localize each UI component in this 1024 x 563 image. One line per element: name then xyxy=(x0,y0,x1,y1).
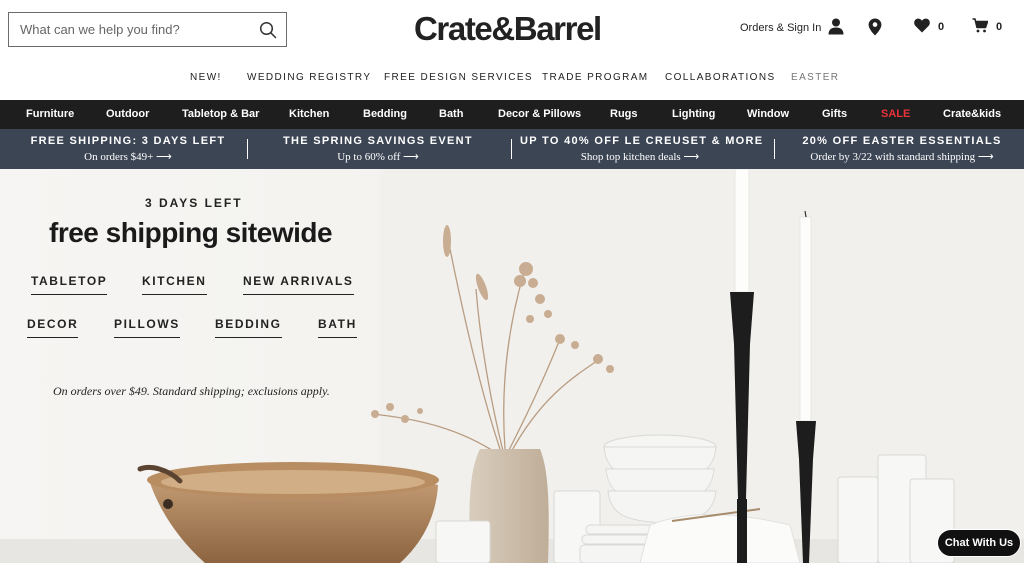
promo-easter-essentials[interactable]: 20% OFF EASTER ESSENTIALS Order by 3/22 … xyxy=(786,135,1018,163)
hero-link-kitchen[interactable]: KITCHEN xyxy=(142,274,207,295)
cart-count: 0 xyxy=(996,21,1003,33)
promo-divider xyxy=(247,139,248,159)
promo-title: 20% OFF EASTER ESSENTIALS xyxy=(802,135,1002,147)
promo-subtitle: Shop top kitchen deals ⟶ xyxy=(580,151,700,163)
cart-button[interactable]: 0 xyxy=(972,18,1002,36)
category-nav: Furniture Outdoor Tabletop & Bar Kitchen… xyxy=(0,100,1024,129)
search-bar xyxy=(8,12,287,47)
hero-link-tabletop[interactable]: TABLETOP xyxy=(31,274,108,295)
subnav-collaborations[interactable]: COLLABORATIONS xyxy=(665,72,776,83)
search-icon[interactable] xyxy=(259,21,277,39)
subnav-wedding-registry[interactable]: WEDDING REGISTRY xyxy=(247,72,371,83)
category-bedding[interactable]: Bedding xyxy=(363,108,407,120)
subnav-free-design-services[interactable]: FREE DESIGN SERVICES xyxy=(384,72,533,83)
secondary-nav: NEW! WEDDING REGISTRY FREE DESIGN SERVIC… xyxy=(0,60,1024,100)
promo-subtitle: On orders $49+ ⟶ xyxy=(84,151,172,163)
location-pin-icon xyxy=(868,18,882,39)
site-logo[interactable]: Crate&Barrel xyxy=(414,10,602,48)
search-input[interactable] xyxy=(9,13,239,46)
favorites-button[interactable]: 0 xyxy=(914,18,944,36)
cart-icon xyxy=(972,18,989,36)
category-outdoor[interactable]: Outdoor xyxy=(106,108,149,120)
hero-banner: 3 DAYS LEFT free shipping sitewide TABLE… xyxy=(0,169,1024,563)
category-tabletop-bar[interactable]: Tabletop & Bar xyxy=(182,108,259,120)
promo-title: UP TO 40% OFF LE CREUSET & MORE xyxy=(520,135,764,147)
subnav-new[interactable]: NEW! xyxy=(190,72,222,83)
promo-subtitle: Order by 3/22 with standard shipping ⟶ xyxy=(810,151,994,163)
hero-link-bath[interactable]: BATH xyxy=(318,317,357,338)
promo-title: THE SPRING SAVINGS EVENT xyxy=(283,135,473,147)
category-furniture[interactable]: Furniture xyxy=(26,108,74,120)
hero-link-new-arrivals[interactable]: NEW ARRIVALS xyxy=(243,274,354,295)
category-decor-pillows[interactable]: Decor & Pillows xyxy=(498,108,581,120)
subnav-trade-program[interactable]: TRADE PROGRAM xyxy=(542,72,649,83)
hero-link-pillows[interactable]: PILLOWS xyxy=(114,317,180,338)
orders-sign-in-link[interactable]: Orders & Sign In xyxy=(740,18,844,38)
category-lighting[interactable]: Lighting xyxy=(672,108,715,120)
hero-eyebrow: 3 DAYS LEFT xyxy=(145,196,243,210)
favorites-count: 0 xyxy=(938,21,945,33)
hero-link-decor[interactable]: DECOR xyxy=(27,317,79,338)
site-header: Crate&Barrel Orders & Sign In 0 0 xyxy=(0,0,1024,60)
promo-subtitle: Up to 60% off ⟶ xyxy=(337,151,419,163)
category-sale[interactable]: SALE xyxy=(881,108,910,120)
promo-bar: FREE SHIPPING: 3 DAYS LEFT On orders $49… xyxy=(0,129,1024,169)
promo-title: FREE SHIPPING: 3 DAYS LEFT xyxy=(30,135,226,147)
hero-link-bedding[interactable]: BEDDING xyxy=(215,317,282,338)
hero-disclaimer: On orders over $49. Standard shipping; e… xyxy=(53,384,330,398)
promo-divider xyxy=(511,139,512,159)
promo-spring-savings[interactable]: THE SPRING SAVINGS EVENT Up to 60% off ⟶ xyxy=(262,135,494,163)
promo-le-creuset[interactable]: UP TO 40% OFF LE CREUSET & MORE Shop top… xyxy=(520,135,764,163)
category-kitchen[interactable]: Kitchen xyxy=(289,108,329,120)
orders-sign-in-label: Orders & Sign In xyxy=(740,22,822,34)
person-icon xyxy=(828,18,844,38)
category-crate-kids[interactable]: Crate&kids xyxy=(943,108,1001,120)
promo-free-shipping[interactable]: FREE SHIPPING: 3 DAYS LEFT On orders $49… xyxy=(14,135,242,163)
category-rugs[interactable]: Rugs xyxy=(610,108,638,120)
hero-title: free shipping sitewide xyxy=(49,217,333,248)
promo-divider xyxy=(774,139,775,159)
category-window[interactable]: Window xyxy=(747,108,789,120)
chat-button[interactable]: Chat With Us xyxy=(937,529,1021,557)
category-bath[interactable]: Bath xyxy=(439,108,463,120)
category-gifts[interactable]: Gifts xyxy=(822,108,847,120)
store-locator-button[interactable] xyxy=(868,18,882,39)
heart-icon xyxy=(914,18,930,36)
subnav-easter[interactable]: EASTER xyxy=(791,72,839,83)
